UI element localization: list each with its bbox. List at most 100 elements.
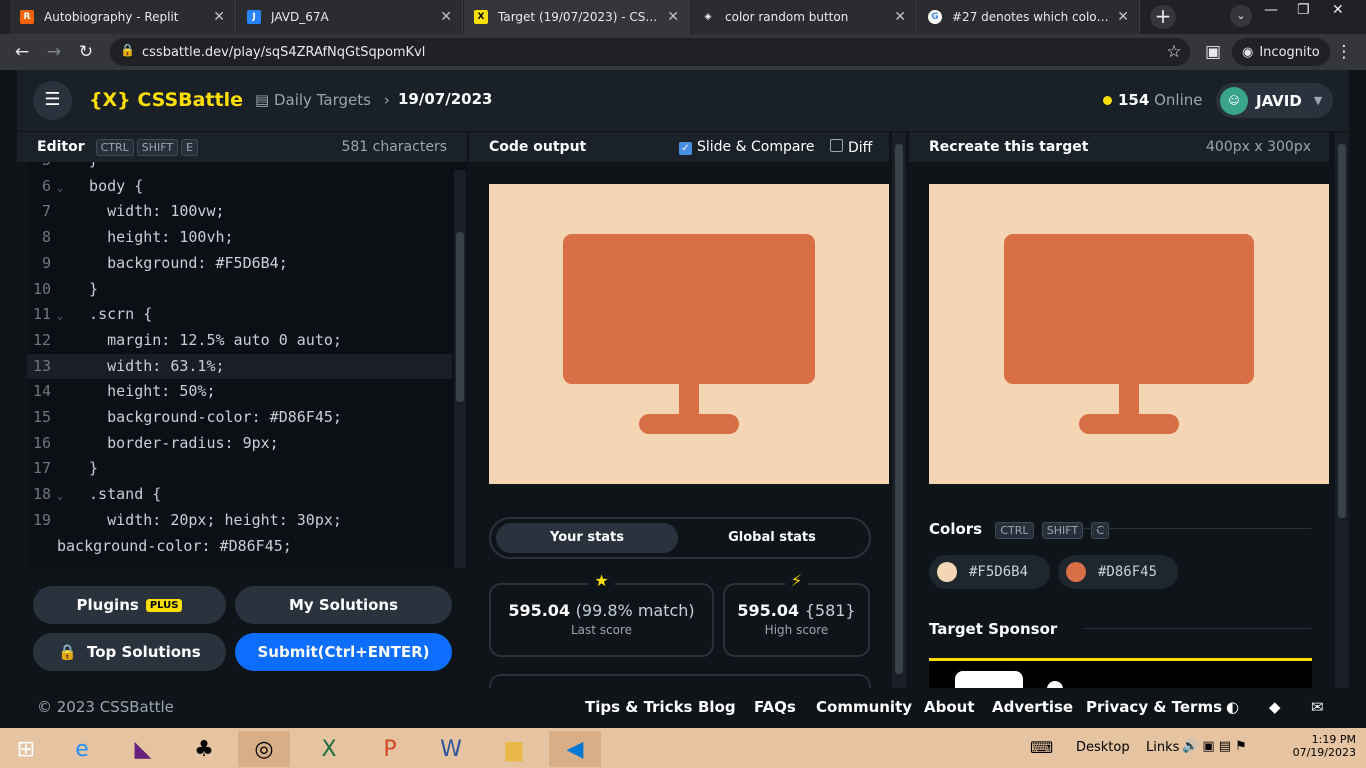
back-icon[interactable]: ← [12, 42, 32, 62]
vscode-icon[interactable]: ◀ [549, 731, 601, 767]
close-icon[interactable]: ✕ [440, 9, 452, 25]
code-line[interactable]: 18 ⌄ .stand { [27, 482, 452, 507]
new-tab-button[interactable]: + [1150, 5, 1176, 29]
visual-studio-icon[interactable]: ◣ [117, 731, 169, 767]
footer-link-community[interactable]: Community [816, 698, 912, 716]
start-icon[interactable]: ⊞ [0, 731, 52, 767]
tab-javd[interactable]: J JAVD_67A ✕ [237, 0, 463, 34]
minimize-icon[interactable]: — [1264, 2, 1278, 18]
line-number: 7 [41, 202, 51, 221]
code-line[interactable]: 11 ⌄ .scrn { [27, 302, 452, 327]
browser-menu-icon[interactable]: ⋮ [1334, 42, 1354, 62]
code-text: } [71, 279, 99, 298]
tab-google[interactable]: G #27 denotes which color - Goo ✕ [918, 0, 1140, 34]
discord-icon[interactable]: ◐ [1226, 698, 1239, 716]
links-toolbar[interactable]: Links [1146, 740, 1179, 755]
incognito-icon: ◉ [1242, 44, 1254, 60]
close-icon[interactable]: ✕ [213, 9, 225, 25]
tab-codepen[interactable]: ◈ color random button ✕ [691, 0, 917, 34]
code-line[interactable]: 19 width: 20px; height: 30px; [27, 508, 452, 533]
code-line[interactable]: 14 height: 50%; [27, 379, 452, 404]
mail-icon[interactable]: ✉ [1311, 698, 1324, 716]
code-line[interactable]: 9 background: #F5D6B4; [27, 251, 452, 276]
slide-compare-toggle[interactable]: ✓ Slide & Compare [679, 139, 815, 155]
desktop-toolbar[interactable]: Desktop [1076, 740, 1130, 755]
code-line[interactable]: 12 margin: 12.5% auto 0 auto; [27, 328, 452, 353]
submit-button[interactable]: Submit(Ctrl+ENTER) [235, 633, 452, 671]
sponsor-banner[interactable] [929, 658, 1312, 688]
footer-link-advertise[interactable]: Advertise [992, 698, 1073, 716]
app-icon[interactable]: ♣ [178, 731, 230, 767]
tab-search-icon[interactable]: ⌄ [1230, 5, 1252, 27]
color-dot [937, 562, 957, 582]
color-swatch-1[interactable]: #F5D6B4 [929, 555, 1050, 589]
checkbox-icon [830, 138, 843, 152]
close-icon[interactable]: ✕ [894, 9, 906, 25]
code-line[interactable]: 15 background-color: #D86F45; [27, 405, 452, 430]
footer-link-privacy[interactable]: Privacy & Terms [1086, 698, 1222, 716]
tab-replit[interactable]: R Autobiography - Replit ✕ [10, 0, 236, 34]
word-icon[interactable]: W [425, 731, 477, 767]
breadcrumb-daily-targets[interactable]: ▤ Daily Targets › [255, 91, 390, 109]
line-number: 9 [41, 253, 51, 272]
incognito-badge[interactable]: ◉ Incognito [1232, 38, 1330, 66]
line-number: 10 [32, 279, 51, 298]
target-monitor-stand [1119, 384, 1139, 414]
address-bar-row: ← → ↻ 🔒 cssbattle.dev/play/sqS4ZRAfNqGtS… [0, 34, 1366, 70]
share-card-partial [489, 674, 871, 688]
menu-icon[interactable]: ☰ [33, 81, 72, 120]
code-editor[interactable]: 5 }6⌄ body {7 width: 100vw;8 height: 100… [27, 162, 467, 568]
editor-scrollbar[interactable] [454, 170, 466, 568]
code-line[interactable]: 17 } [27, 456, 452, 481]
high-score-card: ⚡ 595.04 {581} High score [723, 571, 870, 657]
line-number: 19 [32, 510, 51, 529]
code-line[interactable]: 5 } [27, 162, 452, 173]
user-menu[interactable]: ☺ JAVID ▼ [1216, 83, 1333, 118]
tab-cssbattle[interactable]: X Target (19/07/2023) - CSSBattle ✕ [464, 0, 690, 34]
code-line[interactable]: 16 border-radius: 9px; [27, 431, 452, 456]
tab-your-stats[interactable]: Your stats [496, 523, 678, 553]
code-line[interactable]: background-color: #D86F45; [27, 534, 452, 559]
fold-icon[interactable]: ⌄ [57, 484, 71, 509]
lightning-icon: ⚡ [784, 571, 809, 590]
excel-icon[interactable]: X [303, 731, 355, 767]
footer-link-faqs[interactable]: FAQs [754, 698, 796, 716]
target-scrollbar[interactable] [1335, 132, 1349, 688]
ie-icon[interactable]: e [56, 731, 108, 767]
code-line[interactable]: 7 width: 100vw; [27, 199, 452, 224]
code-output-canvas[interactable] [489, 184, 889, 484]
top-solutions-button[interactable]: 🔒 Top Solutions [33, 633, 226, 671]
color-swatch-2[interactable]: #D86F45 [1058, 555, 1178, 589]
keyboard-icon[interactable]: ⌨ [1030, 738, 1053, 757]
clock[interactable]: 1:19 PM 07/19/2023 [1290, 733, 1356, 759]
fold-icon[interactable]: ⌄ [57, 176, 71, 201]
plugins-button[interactable]: Plugins PLUS [33, 586, 226, 624]
chrome-icon[interactable]: ◎ [238, 731, 290, 767]
close-window-icon[interactable]: ✕ [1332, 2, 1344, 18]
cssbattle-logo[interactable]: {X} CSSBattle [89, 89, 243, 111]
output-scrollbar[interactable] [892, 132, 906, 688]
file-explorer-icon[interactable]: ▆ [488, 731, 540, 767]
side-panel-icon[interactable]: ▣ [1203, 42, 1223, 62]
forward-icon[interactable]: → [44, 42, 64, 62]
fold-icon[interactable]: ⌄ [57, 304, 71, 329]
twitter-icon[interactable]: ◆ [1269, 698, 1281, 716]
close-icon[interactable]: ✕ [1117, 9, 1129, 25]
bookmark-star-icon[interactable]: ☆ [1164, 42, 1184, 62]
code-line[interactable]: 8 height: 100vh; [27, 225, 452, 250]
footer-link-tips[interactable]: Tips & Tricks [585, 698, 692, 716]
reload-icon[interactable]: ↻ [76, 42, 96, 62]
code-line[interactable]: 6 ⌄ body { [27, 174, 452, 199]
diff-toggle[interactable]: Diff [830, 138, 872, 156]
powerpoint-icon[interactable]: P [364, 731, 416, 767]
my-solutions-button[interactable]: My Solutions [235, 586, 452, 624]
code-line[interactable]: 10 } [27, 277, 452, 302]
tray-icons[interactable]: 🔊 ▣ ▤ ⚑ [1182, 739, 1247, 754]
url-input[interactable]: 🔒 cssbattle.dev/play/sqS4ZRAfNqGtSqpomKv… [110, 38, 1190, 66]
tab-global-stats[interactable]: Global stats [681, 523, 863, 553]
footer-link-about[interactable]: About [924, 698, 975, 716]
close-icon[interactable]: ✕ [667, 9, 679, 25]
maximize-icon[interactable]: ❐ [1297, 2, 1310, 18]
code-line[interactable]: 13 width: 63.1%; [27, 353, 452, 379]
footer-link-blog[interactable]: Blog [698, 698, 736, 716]
